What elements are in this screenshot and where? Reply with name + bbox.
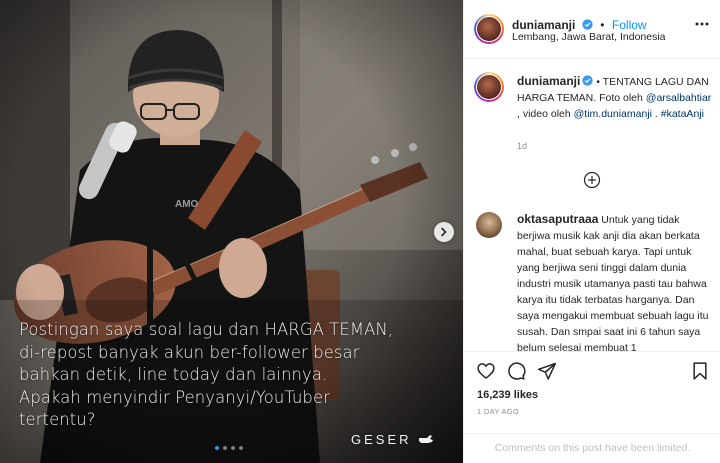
post-time: 1d	[517, 141, 528, 151]
post-location[interactable]: Lembang, Jawa Barat, Indonesia	[512, 31, 666, 43]
post-caption: duniamanji • TENTANG LAGU DAN HARGA TEMA…	[517, 73, 712, 122]
comments-section[interactable]: duniamanji • TENTANG LAGU DAN HARGA TEMA…	[464, 60, 720, 351]
comments-limited-notice: Comments on this post have been limited.	[464, 433, 720, 463]
carousel-indicator	[215, 446, 243, 450]
post-header: duniamanji • Follow Lembang, Jawa Barat,…	[464, 0, 720, 59]
likes-count[interactable]: 16,239 likes	[477, 389, 538, 401]
verified-badge-icon	[582, 19, 593, 30]
separator-dot: •	[600, 18, 605, 32]
load-more-comments-icon[interactable]	[583, 171, 601, 189]
hashtag-link[interactable]: #kataAnji	[661, 108, 704, 120]
pointing-hand-icon	[419, 435, 433, 443]
post-side-panel: duniamanji • Follow Lembang, Jawa Barat,…	[463, 0, 720, 463]
post-photo[interactable]: AMO Postingan saya soal lagu dan HARGA T…	[0, 0, 463, 463]
comment-item: oktasaputraaa Untuk yang tidak berjiwa m…	[517, 211, 712, 351]
mention-link[interactable]: @tim.duniamanji	[574, 108, 652, 120]
bookmark-icon[interactable]	[690, 361, 710, 381]
caption-text: .	[651, 108, 661, 120]
comment-text: Untuk yang tidak berjiwa musik kak anji …	[517, 214, 709, 351]
header-username[interactable]: duniamanji	[512, 18, 575, 32]
caption-username[interactable]: duniamanji	[517, 74, 580, 88]
caption-line: bahkan detik, line today dan lainnya.	[19, 365, 328, 384]
photo-caption: Postingan saya soal lagu dan HARGA TEMAN…	[19, 319, 429, 432]
commenter-avatar[interactable]	[476, 212, 502, 238]
follow-button[interactable]: Follow	[612, 18, 647, 32]
carousel-dot	[231, 446, 235, 450]
post-date: 1 DAY AGO	[477, 407, 520, 416]
next-slide-button[interactable]	[434, 222, 454, 242]
heart-icon[interactable]	[476, 361, 496, 381]
comment-icon[interactable]	[506, 361, 526, 381]
swipe-label: GESER	[351, 432, 412, 447]
caption-line: Apakah menyindir Penyanyi/YouTuber	[19, 387, 330, 407]
caption-line: Postingan saya soal lagu dan HARGA TEMAN…	[19, 320, 394, 339]
caption-line: tertentu?	[19, 410, 96, 429]
chevron-right-icon	[441, 227, 447, 237]
post-actions: 16,239 likes 1 DAY AGO	[464, 351, 720, 433]
mention-link[interactable]: @arsalbahtiar	[646, 92, 712, 104]
verified-badge-icon	[582, 75, 593, 86]
avatar[interactable]	[474, 14, 504, 44]
more-options-icon[interactable]	[695, 22, 709, 26]
caption-text: , video oleh	[517, 108, 574, 120]
carousel-dot-active	[215, 446, 219, 450]
caption-line: di-repost banyak akun ber-follower besar	[19, 342, 360, 362]
commenter-username[interactable]: oktasaputraaa	[517, 212, 598, 226]
carousel-dot	[239, 446, 243, 450]
avatar[interactable]	[474, 72, 504, 102]
carousel-dot	[223, 446, 227, 450]
share-icon[interactable]	[537, 361, 557, 381]
